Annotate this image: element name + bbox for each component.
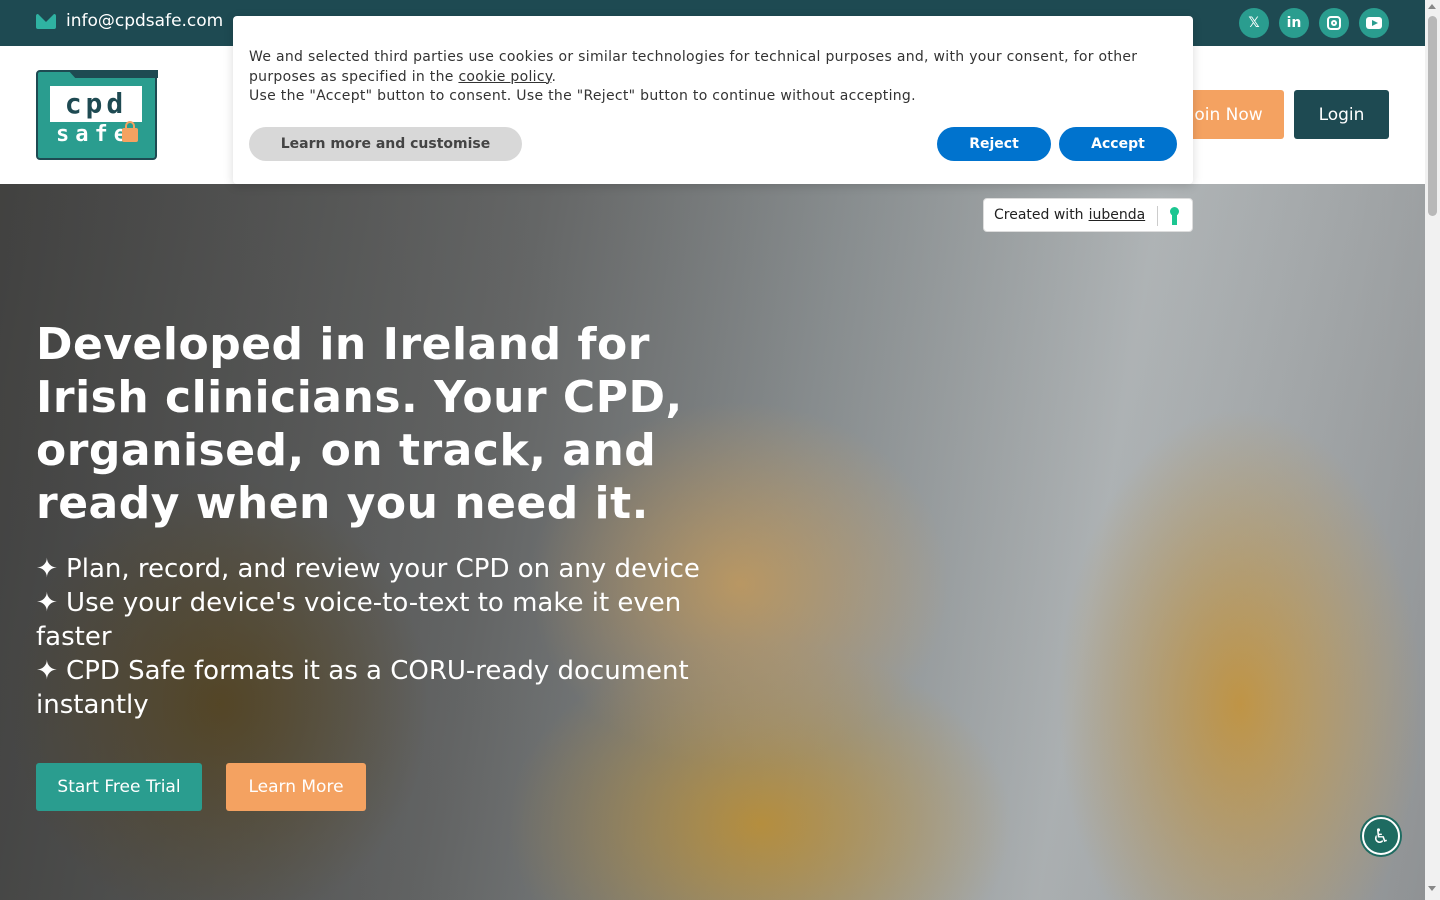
cookie-banner: We and selected third parties use cookie… (233, 16, 1193, 184)
learn-more-button[interactable]: Learn More (226, 763, 366, 811)
scrollbar-thumb[interactable] (1428, 16, 1437, 216)
x-icon[interactable]: 𝕏 (1239, 8, 1269, 38)
cpd-safe-logo[interactable]: cpd safe (36, 70, 157, 160)
iubenda-badge[interactable]: Created with iubenda (983, 198, 1193, 232)
scrollbar[interactable] (1425, 0, 1440, 900)
email-link[interactable]: info@cpdsafe.com (36, 11, 223, 31)
scroll-down-icon[interactable] (1428, 886, 1436, 891)
envelope-icon (36, 13, 56, 29)
accessibility-icon[interactable]: ♿ (1362, 817, 1400, 855)
start-free-trial-button[interactable]: Start Free Trial (36, 763, 202, 811)
social-links: 𝕏 in (1239, 8, 1389, 38)
divider (1157, 206, 1158, 226)
cookie-text-part: We and selected third parties use cookie… (249, 49, 1138, 85)
hero-image-overlay (0, 184, 1425, 900)
hero-bullet: ✦ Use your device's voice-to-text to mak… (36, 588, 682, 652)
cookie-text-part: Use the "Accept" button to consent. Use … (249, 88, 916, 104)
cookie-text-part: . (551, 68, 557, 85)
accept-button[interactable]: Accept (1059, 127, 1177, 161)
iubenda-prefix: Created with (994, 207, 1084, 223)
logo-text-top: cpd (50, 86, 142, 122)
email-text: info@cpdsafe.com (66, 11, 224, 31)
hero-bullet: ✦ Plan, record, and review your CPD on a… (36, 554, 700, 584)
instagram-icon[interactable] (1319, 8, 1349, 38)
reject-button[interactable]: Reject (937, 127, 1051, 161)
scroll-up-icon[interactable] (1428, 4, 1436, 9)
login-button[interactable]: Login (1294, 90, 1389, 139)
hero-bullet: ✦ CPD Safe formats it as a CORU-ready do… (36, 656, 689, 720)
cookie-policy-link[interactable]: cookie policy (458, 69, 551, 85)
youtube-icon[interactable] (1359, 8, 1389, 38)
iubenda-key-icon (1170, 207, 1179, 225)
hero-section: Developed in Ireland for Irish clinician… (0, 184, 1425, 900)
hero-bullets: ✦ Plan, record, and review your CPD on a… (36, 552, 716, 722)
learn-more-customise-button[interactable]: Learn more and customise (249, 127, 522, 161)
hero-headline: Developed in Ireland for Irish clinician… (36, 319, 683, 529)
cookie-text: We and selected third parties use cookie… (249, 48, 1179, 107)
iubenda-link[interactable]: iubenda (1089, 207, 1146, 223)
linkedin-icon[interactable]: in (1279, 8, 1309, 38)
lock-icon (122, 121, 138, 142)
